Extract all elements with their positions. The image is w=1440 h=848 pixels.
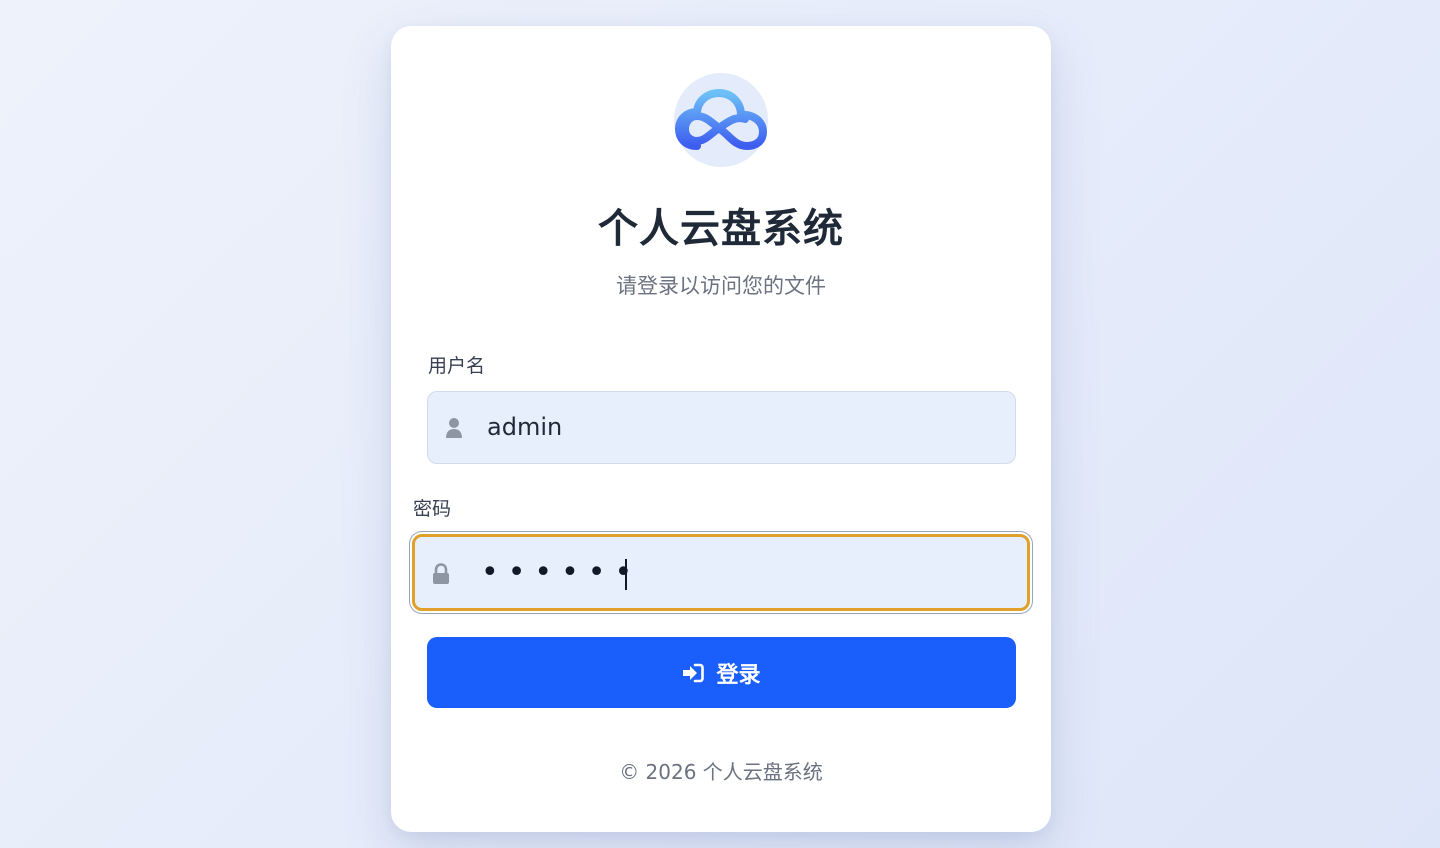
footer-copyright: © 2026 个人云盘系统 [619,760,823,784]
lock-icon [432,563,450,585]
text-caret [625,559,627,590]
app-logo [674,73,768,167]
password-value: •••••• [481,555,642,590]
app-title: 个人云盘系统 [598,206,844,252]
username-label: 用户名 [428,355,486,377]
username-value: admin [487,413,563,441]
cloud-icon [675,88,767,152]
login-button-label: 登录 [716,662,761,688]
user-icon [445,417,463,439]
password-label: 密码 [413,498,452,520]
username-field[interactable]: admin [427,391,1016,464]
app-subtitle: 请登录以访问您的文件 [616,274,826,298]
login-card: 个人云盘系统 请登录以访问您的文件 用户名 admin 密码 •••••• 登录… [391,26,1051,832]
sign-in-icon [682,663,705,683]
login-button[interactable]: 登录 [427,637,1016,708]
password-field[interactable]: •••••• [412,534,1030,611]
